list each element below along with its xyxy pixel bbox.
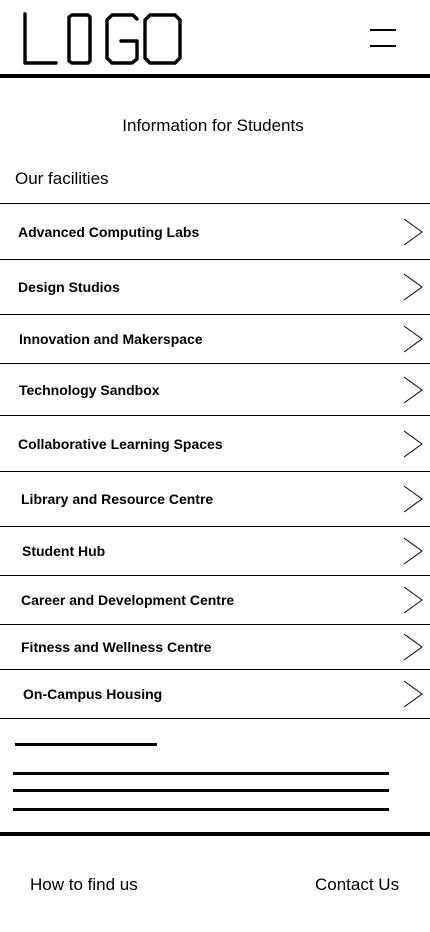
chevron-right-icon [403, 485, 423, 513]
list-item[interactable]: Collaborative Learning Spaces [0, 415, 430, 471]
header [0, 0, 430, 78]
menu-bar [370, 45, 396, 47]
list-item[interactable]: On-Campus Housing [0, 669, 430, 719]
placeholder-heading-line [15, 743, 157, 746]
chevron-right-icon [403, 325, 423, 353]
chevron-right-icon [403, 273, 423, 301]
facility-label: Fitness and Wellness Centre [21, 639, 212, 655]
section-title: Our facilities [15, 169, 109, 188]
list-item[interactable]: Design Studios [0, 259, 430, 314]
facility-label: Advanced Computing Labs [18, 223, 200, 240]
menu-bar [370, 29, 396, 31]
facility-label: Student Hub [22, 543, 106, 559]
facility-label: On-Campus Housing [23, 686, 163, 702]
header-divider [0, 74, 430, 78]
chevron-right-icon [403, 680, 423, 708]
how-to-find-us-link[interactable]: How to find us [30, 875, 138, 895]
list-item[interactable]: Career and Development Centre [0, 575, 430, 624]
facility-label: Design Studios [18, 279, 120, 295]
page-title: Information for Students [122, 116, 304, 135]
list-item[interactable]: Innovation and Makerspace [0, 314, 430, 363]
chevron-right-icon [403, 376, 423, 403]
logo[interactable] [20, 12, 186, 68]
placeholder-text-line [13, 789, 389, 792]
chevron-right-icon [403, 537, 423, 565]
list-item[interactable]: Student Hub [0, 526, 430, 575]
chevron-right-icon [403, 430, 423, 457]
facility-label: Innovation and Makerspace [19, 331, 203, 347]
chevron-right-icon [403, 586, 423, 614]
facility-label: Library and Resource Centre [21, 491, 214, 507]
footer-divider [0, 832, 430, 836]
facility-label: Career and Development Centre [21, 592, 235, 608]
list-item[interactable]: Technology Sandbox [0, 363, 430, 415]
chevron-right-icon [403, 218, 423, 245]
placeholder-text-line [13, 772, 389, 775]
list-item[interactable]: Library and Resource Centre [0, 471, 430, 526]
chevron-right-icon [403, 633, 423, 661]
list-item[interactable]: Fitness and Wellness Centre [0, 624, 430, 669]
facility-label: Technology Sandbox [19, 381, 160, 398]
list-item[interactable]: Advanced Computing Labs [0, 203, 430, 259]
facility-label: Collaborative Learning Spaces [18, 435, 223, 452]
hamburger-menu-icon[interactable] [366, 26, 400, 52]
placeholder-text-line [13, 808, 389, 811]
contact-us-link[interactable]: Contact Us [315, 875, 399, 895]
facility-list: Advanced Computing Labs Design Studios I… [0, 203, 430, 719]
